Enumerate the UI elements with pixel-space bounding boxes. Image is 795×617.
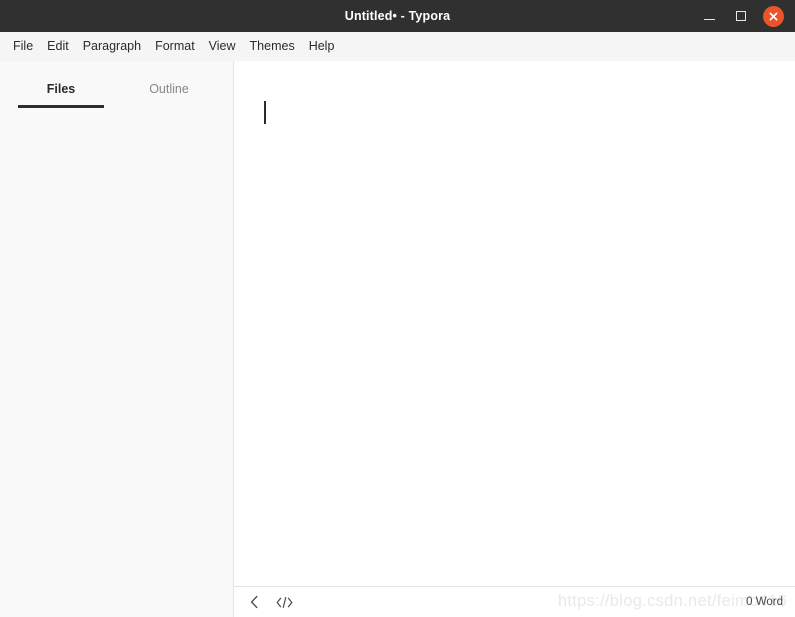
menu-item-themes[interactable]: Themes xyxy=(243,32,302,61)
maximize-icon xyxy=(736,11,746,21)
sidebar-tab-bar: Files Outline xyxy=(0,61,233,111)
editor-column: 0 Word https://blog.csdn.net/feimo416 xyxy=(234,61,795,617)
active-tab-indicator xyxy=(18,105,104,108)
typora-window: Untitled• - Typora File Edit Paragraph F… xyxy=(0,0,795,617)
main-content: Files Outline 0 Word https://blog.csdn.n… xyxy=(0,61,795,617)
close-icon xyxy=(762,5,784,27)
word-count-label[interactable]: 0 Word xyxy=(746,596,783,608)
close-button[interactable] xyxy=(757,0,789,32)
menu-bar: File Edit Paragraph Format View Themes H… xyxy=(0,32,795,61)
file-list[interactable] xyxy=(0,111,233,617)
menu-item-help[interactable]: Help xyxy=(302,32,342,61)
menu-item-format[interactable]: Format xyxy=(148,32,202,61)
sidebar-tab-files[interactable]: Files xyxy=(18,74,104,108)
sidebar-tab-outline[interactable]: Outline xyxy=(126,74,212,104)
sidebar-tab-files-label: Files xyxy=(46,82,76,96)
menu-item-paragraph[interactable]: Paragraph xyxy=(76,32,148,61)
text-caret xyxy=(264,101,266,124)
minimize-icon xyxy=(703,19,715,20)
minimize-button[interactable] xyxy=(693,0,725,32)
sidebar: Files Outline xyxy=(0,61,234,617)
window-title: Untitled• - Typora xyxy=(344,9,451,23)
status-bar-right: 0 Word xyxy=(746,596,795,608)
editor-area[interactable] xyxy=(234,61,795,586)
status-bar-left xyxy=(234,592,293,612)
menu-item-view[interactable]: View xyxy=(202,32,243,61)
window-controls xyxy=(693,0,789,32)
sidebar-tab-outline-label: Outline xyxy=(149,82,189,96)
menu-item-file[interactable]: File xyxy=(6,32,40,61)
title-bar: Untitled• - Typora xyxy=(0,0,795,32)
maximize-button[interactable] xyxy=(725,0,757,32)
chevron-left-icon[interactable] xyxy=(246,592,263,612)
source-code-icon[interactable] xyxy=(276,592,293,612)
menu-item-edit[interactable]: Edit xyxy=(40,32,76,61)
status-bar: 0 Word https://blog.csdn.net/feimo416 xyxy=(234,586,795,617)
